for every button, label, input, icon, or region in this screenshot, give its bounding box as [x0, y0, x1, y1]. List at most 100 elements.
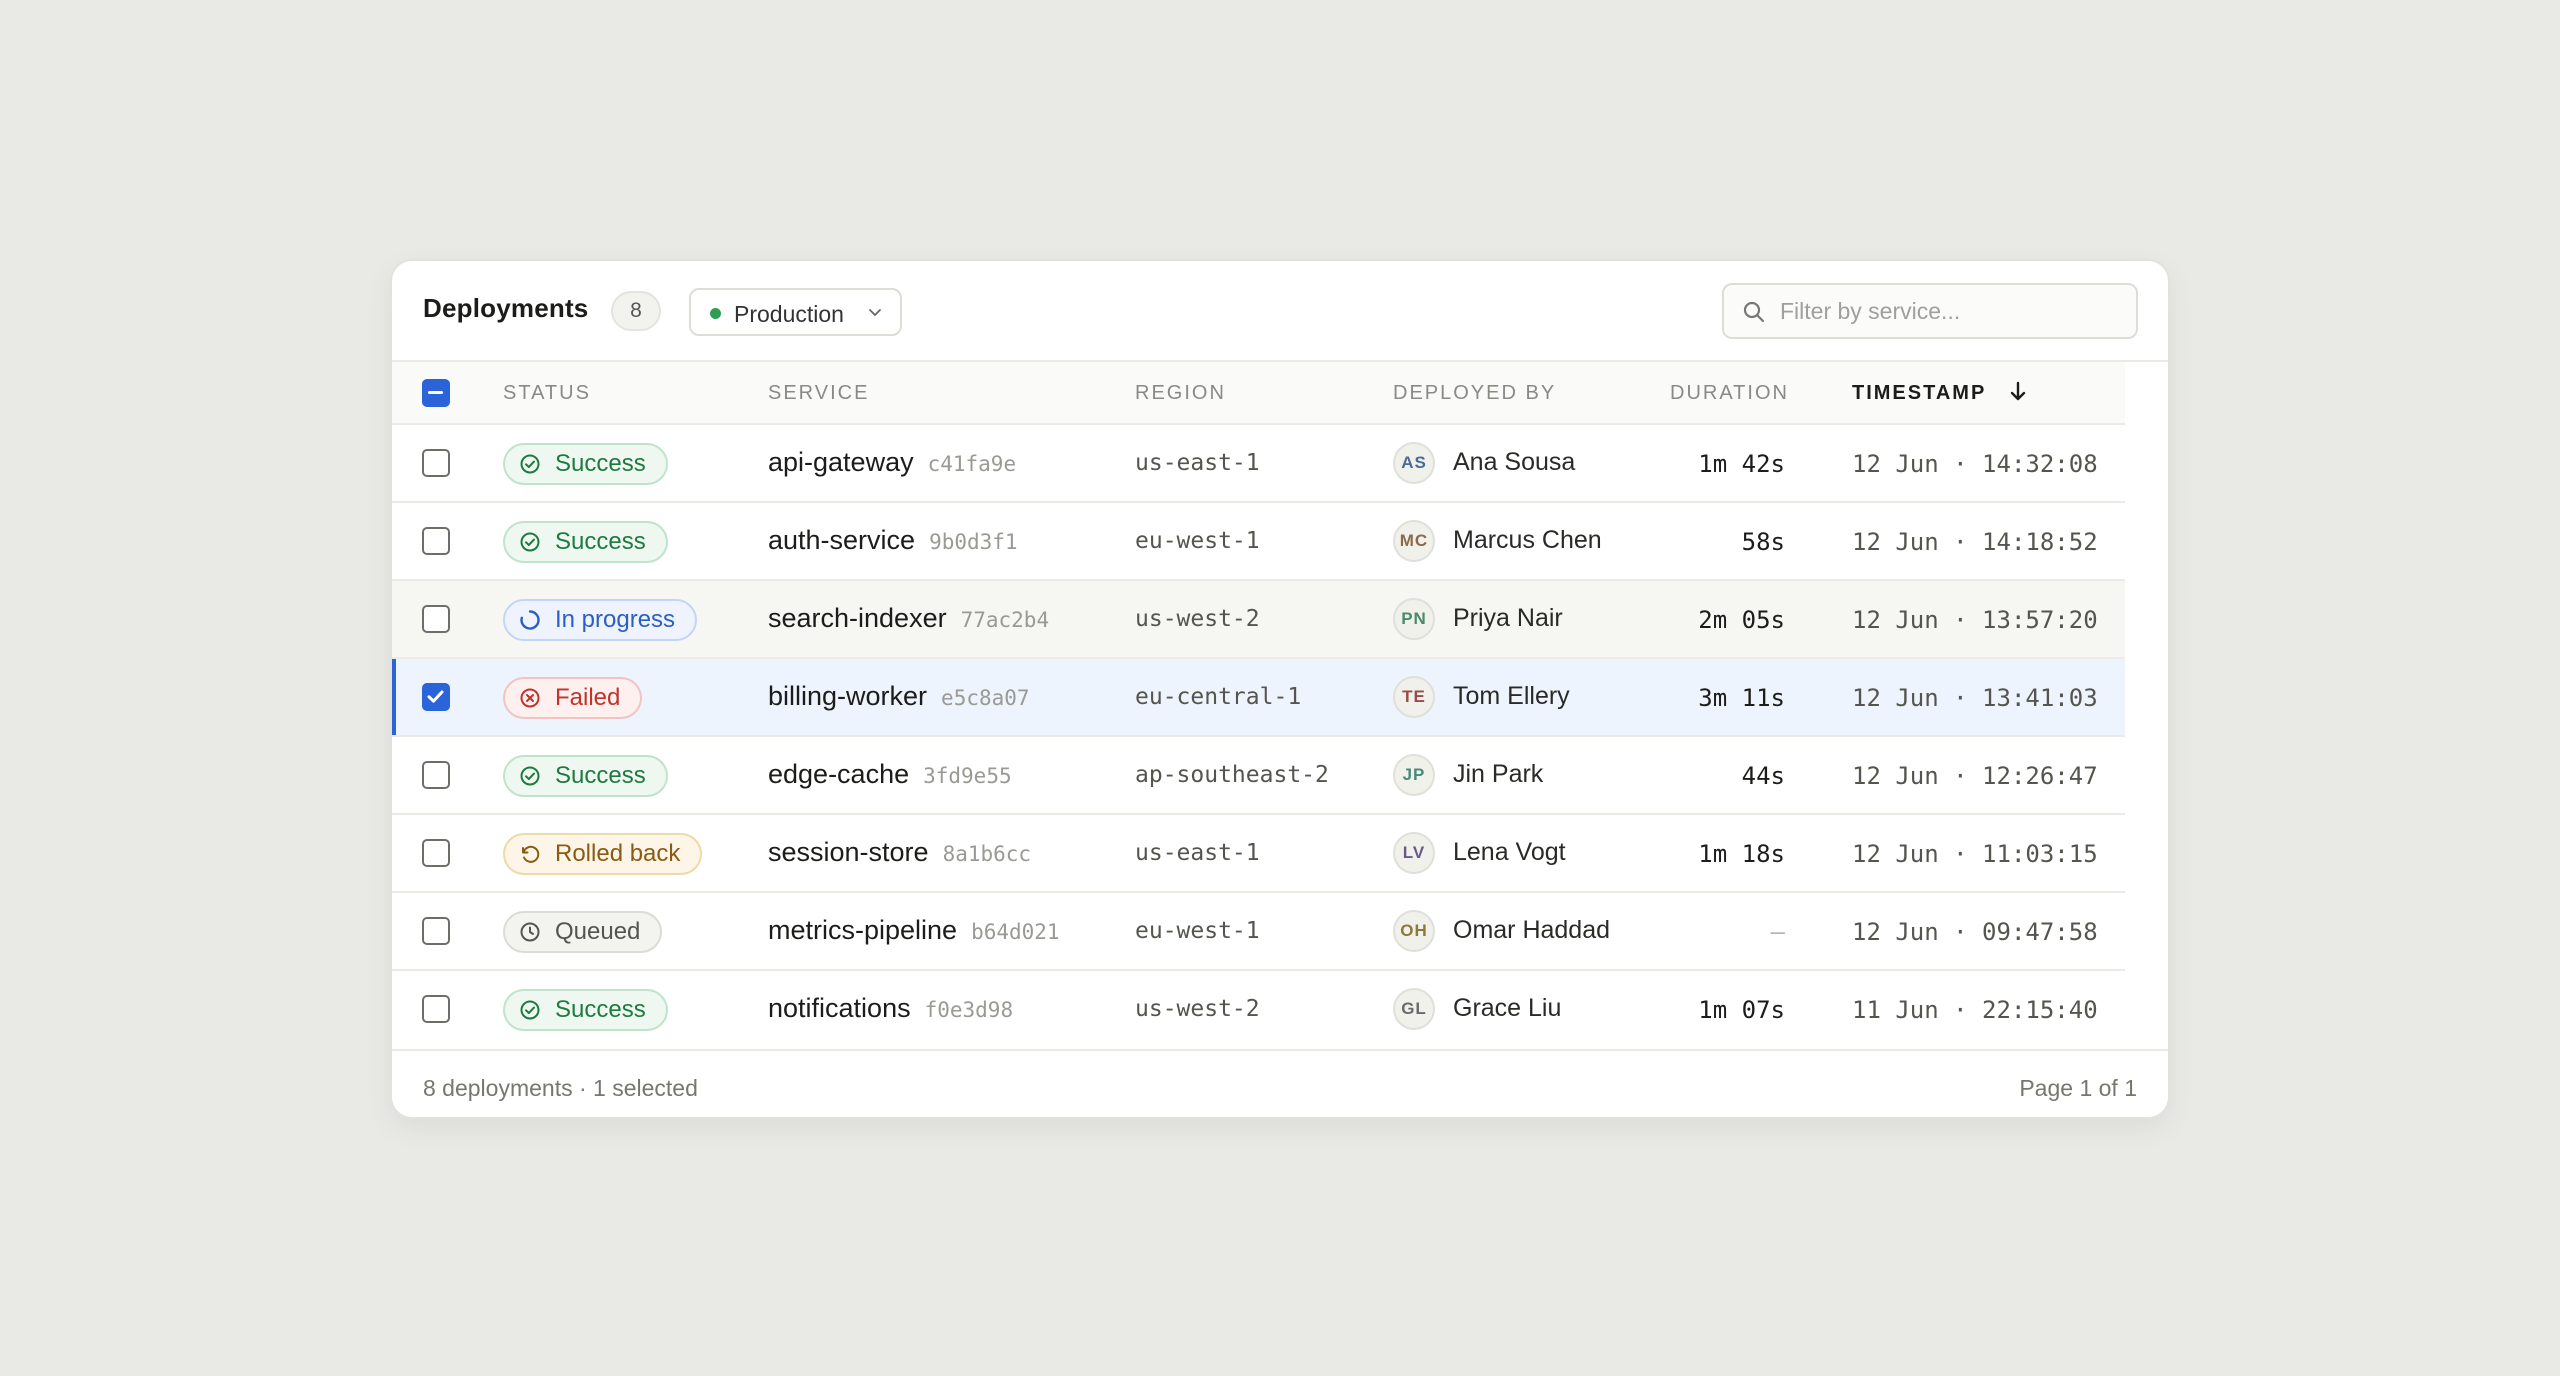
column-header-status[interactable]: STATUS: [503, 382, 591, 405]
duration-cell: 1m 18s: [1698, 840, 1785, 868]
deployer-name: Lena Vogt: [1453, 838, 1566, 866]
service-name: api-gateway: [768, 447, 914, 477]
environment-status-dot: [710, 308, 721, 319]
row-checkbox[interactable]: [422, 839, 450, 867]
timestamp-cell: 12 Jun · 12:26:47: [1852, 762, 2098, 790]
row-checkbox[interactable]: [422, 605, 450, 633]
deployer-name: Priya Nair: [1453, 604, 1563, 632]
avatar: OH: [1393, 910, 1435, 952]
status-badge: Queued: [503, 911, 663, 953]
service-cell[interactable]: edge-cache 3fd9e55: [768, 759, 1012, 790]
status-label: Success: [555, 996, 646, 1023]
selection-summary: 8 deployments · 1 selected: [423, 1075, 698, 1101]
service-name: metrics-pipeline: [768, 915, 958, 945]
service-cell[interactable]: auth-service 9b0d3f1: [768, 525, 1018, 556]
duration-cell: 2m 05s: [1698, 606, 1785, 634]
avatar: GL: [1393, 988, 1435, 1030]
region-cell: eu-west-1: [1135, 528, 1260, 554]
table-row[interactable]: Rolled back session-store 8a1b6cc us-east-1…: [392, 815, 2125, 893]
deployer-name: Grace Liu: [1453, 994, 1562, 1022]
column-header-timestamp[interactable]: TIMESTAMP: [1852, 382, 1986, 405]
deployer-name: Marcus Chen: [1453, 526, 1602, 554]
service-cell[interactable]: billing-worker e5c8a07: [768, 681, 1030, 712]
service-name: search-indexer: [768, 603, 947, 633]
row-checkbox[interactable]: [422, 995, 450, 1023]
table-row[interactable]: Success notifications f0e3d98 us-west-2 GL Gr…: [392, 971, 2125, 1049]
timestamp-cell: 12 Jun · 13:57:20: [1852, 606, 2098, 634]
commit-hash: e5c8a07: [941, 686, 1030, 710]
arrow-down-icon[interactable]: [2008, 380, 2028, 404]
service-name: edge-cache: [768, 759, 910, 789]
service-cell[interactable]: api-gateway c41fa9e: [768, 447, 1016, 478]
deployer-name: Tom Ellery: [1453, 682, 1570, 710]
x-circle-icon: [520, 688, 540, 708]
deployments-panel: Deployments 8 Production STATUS SERVICE …: [390, 259, 2170, 1119]
check-circle-icon: [520, 1000, 540, 1020]
status-badge: Success: [503, 521, 668, 563]
select-all-checkbox[interactable]: [422, 379, 450, 407]
pagination-label: Page 1 of 1: [2019, 1075, 2137, 1101]
row-checkbox[interactable]: [422, 761, 450, 789]
timestamp-cell: 11 Jun · 22:15:40: [1852, 996, 2098, 1024]
panel-footer: 8 deployments · 1 selected Page 1 of 1: [392, 1049, 2168, 1117]
commit-hash: 77ac2b4: [960, 608, 1050, 632]
status-badge: Rolled back: [503, 833, 703, 875]
duration-cell: 1m 07s: [1698, 996, 1785, 1024]
column-header-region[interactable]: REGION: [1135, 382, 1226, 405]
table-row[interactable]: Queued metrics-pipeline b64d021 eu-west-1 OH…: [392, 893, 2125, 971]
service-name: billing-worker: [768, 681, 928, 711]
environment-select[interactable]: Production: [689, 288, 902, 336]
row-checkbox[interactable]: [422, 449, 450, 477]
duration-cell: 1m 42s: [1698, 450, 1785, 478]
avatar: TE: [1393, 676, 1435, 718]
status-label: Success: [555, 450, 646, 477]
status-badge: Success: [503, 755, 668, 797]
column-header-duration[interactable]: DURATION: [1670, 382, 1789, 405]
table-row[interactable]: Success edge-cache 3fd9e55 ap-southeast-2 JP…: [392, 737, 2125, 815]
check-circle-icon: [520, 532, 540, 552]
table-row[interactable]: Success auth-service 9b0d3f1 eu-west-1 MC Mar…: [392, 503, 2125, 581]
count-badge: 8: [611, 291, 661, 331]
timestamp-cell: 12 Jun · 09:47:58: [1852, 918, 2098, 946]
region-cell: eu-west-1: [1135, 918, 1260, 944]
avatar: JP: [1393, 754, 1435, 796]
duration-cell: 3m 11s: [1698, 684, 1785, 712]
table-row[interactable]: In progress search-indexer 77ac2b4 us-west-…: [392, 581, 2125, 659]
table-row[interactable]: Success api-gateway c41fa9e us-east-1 AS Ana …: [392, 425, 2125, 503]
service-name: notifications: [768, 993, 911, 1023]
page-title: Deployments: [423, 293, 589, 323]
region-cell: us-west-2: [1135, 996, 1260, 1022]
row-checkbox[interactable]: [422, 683, 450, 711]
status-label: Rolled back: [555, 840, 681, 867]
status-label: Failed: [555, 684, 621, 711]
service-name: auth-service: [768, 525, 916, 555]
search-input[interactable]: [1780, 293, 2120, 329]
timestamp-cell: 12 Jun · 13:41:03: [1852, 684, 2098, 712]
table-row[interactable]: Failed billing-worker e5c8a07 eu-central-1 T…: [392, 659, 2125, 737]
avatar: AS: [1393, 442, 1435, 484]
service-cell[interactable]: session-store 8a1b6cc: [768, 837, 1031, 868]
column-header-service[interactable]: SERVICE: [768, 382, 869, 405]
timestamp-cell: 12 Jun · 14:32:08: [1852, 450, 2098, 478]
duration-cell: 58s: [1741, 528, 1785, 556]
region-cell: us-west-2: [1135, 606, 1260, 632]
commit-hash: f0e3d98: [924, 998, 1014, 1022]
deployer-name: Ana Sousa: [1453, 448, 1576, 476]
commit-hash: 3fd9e55: [923, 764, 1012, 788]
status-badge: In progress: [503, 599, 698, 641]
table-body: Success api-gateway c41fa9e us-east-1 AS Ana …: [392, 425, 2125, 1049]
status-label: Success: [555, 762, 646, 789]
duration-cell: 44s: [1741, 762, 1785, 790]
service-cell[interactable]: search-indexer 77ac2b4: [768, 603, 1049, 634]
search-box[interactable]: [1722, 283, 2138, 339]
row-checkbox[interactable]: [422, 917, 450, 945]
region-cell: us-east-1: [1135, 840, 1260, 866]
service-cell[interactable]: metrics-pipeline b64d021: [768, 915, 1060, 946]
spinner-icon: [520, 610, 540, 630]
environment-label: Production: [734, 301, 844, 327]
chevron-down-icon: [869, 309, 881, 316]
service-cell[interactable]: notifications f0e3d98: [768, 993, 1013, 1024]
timestamp-cell: 12 Jun · 11:03:15: [1852, 840, 2098, 868]
column-header-deployed-by[interactable]: DEPLOYED BY: [1393, 382, 1556, 405]
row-checkbox[interactable]: [422, 527, 450, 555]
